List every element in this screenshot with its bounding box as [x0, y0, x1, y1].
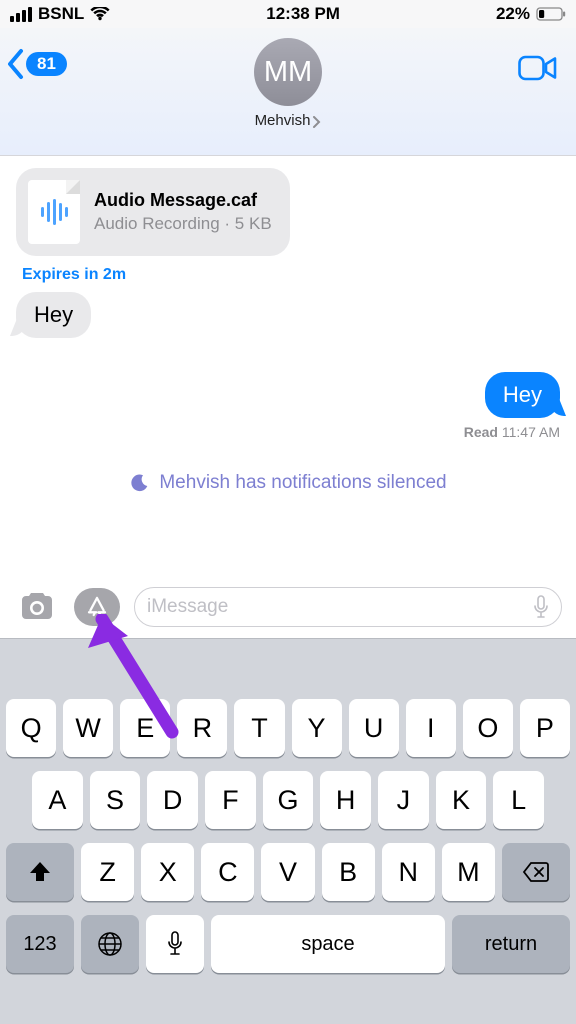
- contact-name-button[interactable]: Mehvish: [255, 112, 322, 129]
- shift-icon: [28, 860, 52, 884]
- mic-icon: [167, 931, 183, 957]
- backspace-icon: [522, 861, 550, 883]
- audio-attachment-bubble[interactable]: Audio Message.caf Audio Recording · 5 KB: [16, 168, 290, 256]
- back-button[interactable]: 81: [6, 48, 67, 80]
- app-store-icon: [85, 595, 109, 619]
- keyboard-row-2: A S D F G H J K L: [6, 771, 570, 829]
- notifications-silenced[interactable]: Mehvish has notifications silenced: [16, 472, 560, 494]
- unread-badge: 81: [26, 52, 67, 76]
- key[interactable]: F: [205, 771, 256, 829]
- app-drawer-button[interactable]: [74, 588, 120, 626]
- conversation-header: 81 MM Mehvish: [0, 28, 576, 156]
- numbers-key[interactable]: 123: [6, 915, 74, 973]
- facetime-button[interactable]: [518, 54, 558, 87]
- key[interactable]: X: [141, 843, 194, 901]
- key[interactable]: C: [201, 843, 254, 901]
- keyboard: Q W E R T Y U I O P A S D F G H J K L Z …: [0, 638, 576, 1024]
- key[interactable]: M: [442, 843, 495, 901]
- key[interactable]: G: [263, 771, 314, 829]
- key[interactable]: T: [234, 699, 284, 757]
- key[interactable]: N: [382, 843, 435, 901]
- attachment-subtitle: Audio Recording · 5 KB: [94, 213, 272, 234]
- suggestion-bar[interactable]: [6, 651, 570, 685]
- keyboard-row-3: Z X C V B N M: [6, 843, 570, 901]
- avatar[interactable]: MM: [254, 38, 322, 106]
- key[interactable]: P: [520, 699, 570, 757]
- key[interactable]: I: [406, 699, 456, 757]
- key[interactable]: Q: [6, 699, 56, 757]
- key[interactable]: B: [322, 843, 375, 901]
- key[interactable]: L: [493, 771, 544, 829]
- key[interactable]: U: [349, 699, 399, 757]
- camera-button[interactable]: [14, 588, 60, 626]
- carrier-label: BSNL: [38, 4, 84, 24]
- key[interactable]: V: [261, 843, 314, 901]
- input-placeholder: iMessage: [147, 596, 228, 618]
- attachment-filename: Audio Message.caf: [94, 190, 272, 211]
- keyboard-row-4: 123 space return: [6, 915, 570, 973]
- shift-key[interactable]: [6, 843, 74, 901]
- wifi-icon: [90, 7, 110, 21]
- key[interactable]: R: [177, 699, 227, 757]
- key[interactable]: D: [147, 771, 198, 829]
- read-receipt: Read 11:47 AM: [16, 424, 560, 440]
- key[interactable]: A: [32, 771, 83, 829]
- key[interactable]: K: [436, 771, 487, 829]
- battery-percent: 22%: [496, 4, 530, 24]
- incoming-message[interactable]: Hey: [16, 292, 91, 338]
- key[interactable]: Z: [81, 843, 134, 901]
- message-input[interactable]: iMessage: [134, 587, 562, 627]
- conversation-area[interactable]: Audio Message.caf Audio Recording · 5 KB…: [0, 156, 576, 576]
- key[interactable]: W: [63, 699, 113, 757]
- avatar-initials: MM: [264, 56, 312, 89]
- message-input-bar: iMessage: [0, 576, 576, 638]
- key[interactable]: J: [378, 771, 429, 829]
- battery-icon: [536, 7, 566, 21]
- backspace-key[interactable]: [502, 843, 570, 901]
- moon-icon: [129, 473, 149, 493]
- keyboard-row-1: Q W E R T Y U I O P: [6, 699, 570, 757]
- expiry-label: Expires in 2m: [22, 266, 560, 284]
- key[interactable]: Y: [292, 699, 342, 757]
- status-bar: BSNL 12:38 PM 22%: [0, 0, 576, 28]
- clock: 12:38 PM: [266, 4, 340, 24]
- audio-file-icon: [28, 180, 80, 244]
- key[interactable]: E: [120, 699, 170, 757]
- outgoing-message[interactable]: Hey: [485, 372, 560, 418]
- chevron-left-icon: [6, 48, 24, 80]
- cellular-signal-icon: [10, 7, 32, 22]
- globe-key[interactable]: [81, 915, 139, 973]
- chevron-right-icon: [312, 116, 321, 128]
- dictation-icon[interactable]: [533, 595, 549, 619]
- key[interactable]: O: [463, 699, 513, 757]
- space-key[interactable]: space: [211, 915, 445, 973]
- globe-icon: [97, 931, 123, 957]
- return-key[interactable]: return: [452, 915, 570, 973]
- dictation-key[interactable]: [146, 915, 204, 973]
- key[interactable]: H: [320, 771, 371, 829]
- key[interactable]: S: [90, 771, 141, 829]
